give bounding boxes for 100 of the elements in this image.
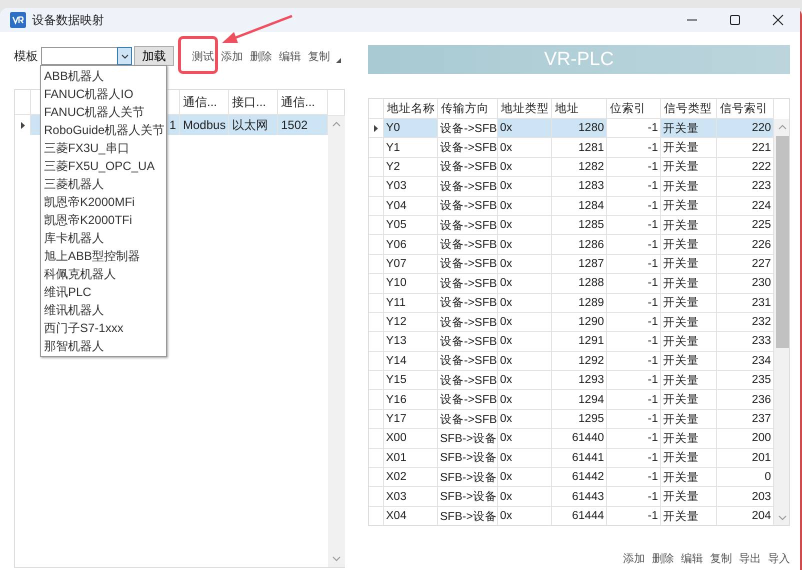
table-cell: X03 <box>384 487 438 507</box>
table-cell: 开关量 <box>661 294 717 313</box>
scroll-down-icon[interactable] <box>778 515 787 522</box>
table-cell: 设备->SFB <box>438 410 498 430</box>
table-cell: Y03 <box>384 177 438 197</box>
toolbar-button[interactable]: 导出 <box>739 551 761 566</box>
dropdown-option[interactable]: 维讯PLC <box>41 283 166 301</box>
toolbar-button[interactable]: 添加 <box>623 551 645 566</box>
scroll-up-icon[interactable] <box>778 124 787 130</box>
dropdown-option[interactable]: 库卡机器人 <box>41 229 166 247</box>
load-button[interactable]: 加载 <box>134 46 174 66</box>
table-cell: Y14 <box>384 352 438 372</box>
chevron-down-icon <box>120 52 130 60</box>
dropdown-option[interactable]: 西门子S7-1xxx <box>41 319 166 337</box>
table-cell: Y04 <box>384 196 438 216</box>
table-cell: -1 <box>607 216 661 236</box>
table-cell: 开关量 <box>661 254 717 274</box>
table-cell: -1 <box>607 274 661 294</box>
table-cell: 0x <box>498 448 552 468</box>
scrollbar[interactable] <box>774 119 789 525</box>
table-cell: 设备->SFB <box>438 216 498 236</box>
table-cell: 231 <box>717 294 774 313</box>
banner: VR-PLC <box>368 45 790 74</box>
app-icon <box>10 12 26 28</box>
table-cell: 设备->SFB <box>438 177 498 197</box>
maximize-icon[interactable] <box>729 14 741 26</box>
table-cell: 221 <box>717 138 774 158</box>
table-cell: 开关量 <box>661 158 717 178</box>
toolbar-button[interactable]: 编辑 <box>279 48 301 64</box>
table-cell: X01 <box>384 448 438 468</box>
scroll-thumb[interactable] <box>776 136 789 348</box>
table-cell: 1289 <box>552 294 607 313</box>
table-cell: 开关量 <box>661 177 717 197</box>
toolbar-button[interactable]: 测试 <box>192 48 214 64</box>
table-cell: 0x <box>498 294 552 313</box>
table-cell: -1 <box>607 506 661 525</box>
table-cell: 开关量 <box>661 468 717 488</box>
dropdown-option[interactable]: 三菱FX3U_串口 <box>41 139 166 157</box>
table-cell: 开关量 <box>661 352 717 372</box>
table-cell: -1 <box>607 390 661 410</box>
table-cell: 226 <box>717 235 774 255</box>
column-header[interactable]: 传输方向 <box>438 99 498 119</box>
dropdown-option[interactable]: 凯恩帝K2000MFi <box>41 193 166 211</box>
close-icon[interactable] <box>772 14 784 26</box>
dropdown-option[interactable]: 那智机器人 <box>41 337 166 355</box>
table-cell: 0x <box>498 352 552 372</box>
table-cell: 61442 <box>552 468 607 488</box>
toolbar-button[interactable]: 删除 <box>250 48 272 64</box>
toolbar-button[interactable]: 删除 <box>652 551 674 566</box>
dropdown-option[interactable]: 旭上ABB型控制器 <box>41 247 166 265</box>
table-cell: 1281 <box>552 138 607 158</box>
table-cell: 200 <box>717 429 774 449</box>
toolbar-button[interactable]: 添加 <box>221 48 243 64</box>
table-cell: Y07 <box>384 254 438 274</box>
table-cell: SFB->设备 <box>438 468 498 488</box>
toolbar-button[interactable]: 复制 <box>308 48 330 64</box>
table-cell: -1 <box>607 448 661 468</box>
table-cell: -1 <box>607 332 661 352</box>
table-cell: -1 <box>607 410 661 430</box>
row-indicator-icon <box>374 124 378 132</box>
table-cell: Y1 <box>384 138 438 158</box>
table-cell: SFB->设备 <box>438 448 498 468</box>
dropdown-option[interactable]: 三菱FX5U_OPC_UA <box>41 157 166 175</box>
table-cell: 0x <box>498 468 552 488</box>
table-cell: 设备->SFB <box>438 158 498 178</box>
dropdown-option[interactable]: 三菱机器人 <box>41 175 166 193</box>
table-cell: Y12 <box>384 312 438 332</box>
table-cell: 设备->SFB <box>438 390 498 410</box>
column-header[interactable]: 位索引 <box>607 99 661 119</box>
table-cell: 237 <box>717 410 774 430</box>
table-cell: 设备->SFB <box>438 254 498 274</box>
table-cell: 0x <box>498 119 552 138</box>
window-title: 设备数据映射 <box>32 12 104 28</box>
dropdown-option[interactable]: 维讯机器人 <box>41 301 166 319</box>
scrollbar[interactable] <box>328 116 345 567</box>
table-cell: Y10 <box>384 274 438 294</box>
toolbar-button[interactable]: 导入 <box>768 551 790 566</box>
table-cell: 0x <box>498 177 552 197</box>
scroll-up-icon[interactable] <box>332 121 341 127</box>
table-cell: Y05 <box>384 216 438 236</box>
dropdown-option[interactable]: ABB机器人 <box>41 67 166 85</box>
scroll-down-icon[interactable] <box>332 556 341 562</box>
table-cell: 224 <box>717 196 774 216</box>
dropdown-button[interactable] <box>117 47 132 65</box>
table-cell: 1292 <box>552 352 607 372</box>
table-cell: 0x <box>498 371 552 390</box>
input-field[interactable] <box>41 47 117 65</box>
toolbar-button[interactable]: 编辑 <box>681 551 703 566</box>
table-cell: 0x <box>498 158 552 178</box>
table-cell: 设备->SFB <box>438 312 498 332</box>
dropdown-option[interactable]: FANUC机器人IO <box>41 85 166 103</box>
table-cell: 开关量 <box>661 274 717 294</box>
table-cell: 1280 <box>552 119 607 138</box>
dropdown-option[interactable]: 凯恩帝K2000TFi <box>41 211 166 229</box>
toolbar-button[interactable]: 复制 <box>710 551 732 566</box>
dropdown-option[interactable]: 科佩克机器人 <box>41 265 166 283</box>
table-cell: 0x <box>498 332 552 352</box>
table-cell: 61443 <box>552 487 607 507</box>
table-cell: Modbus <box>180 115 229 135</box>
grip-icon <box>336 58 341 62</box>
